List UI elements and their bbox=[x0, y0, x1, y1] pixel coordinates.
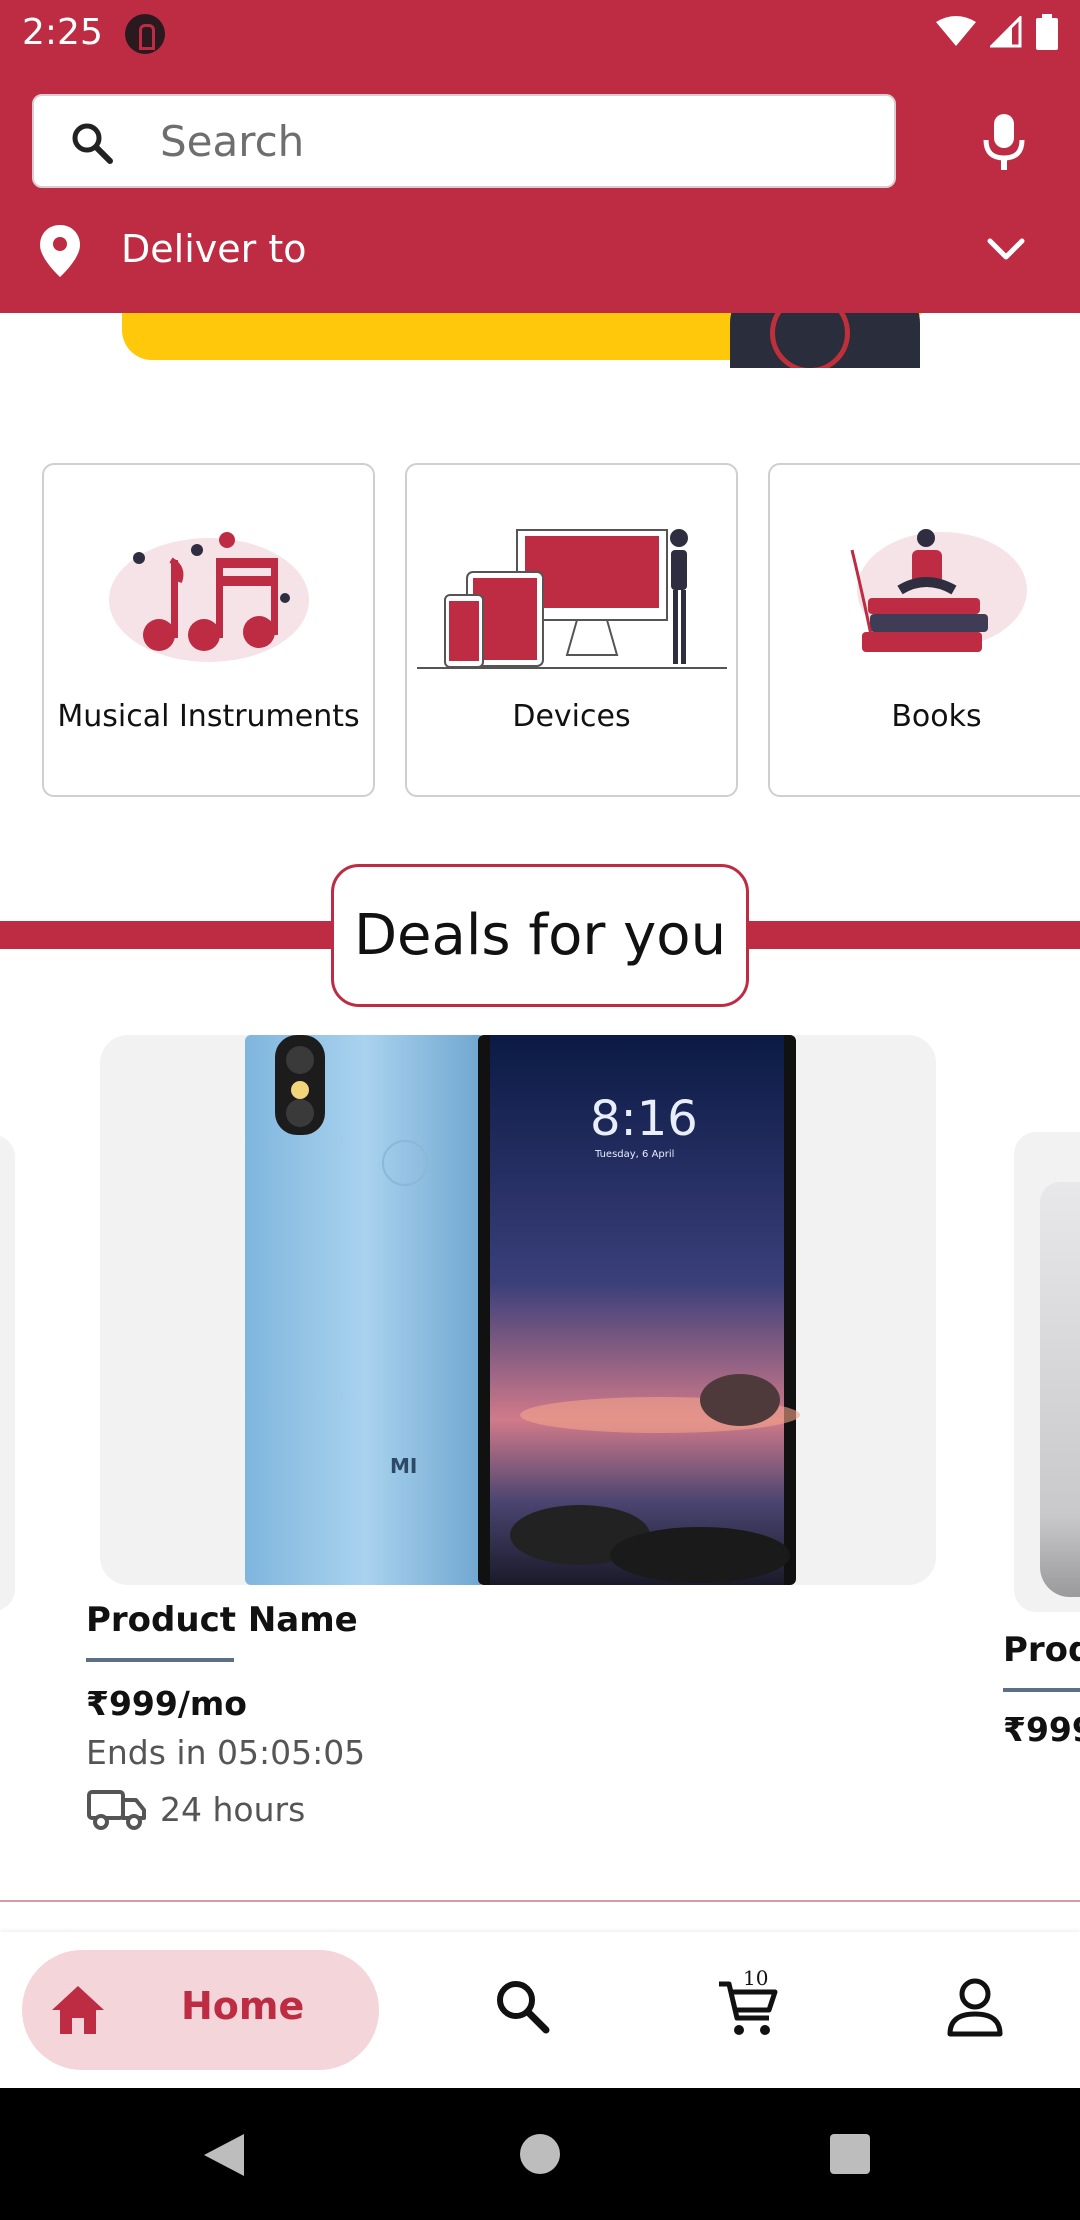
product-name: Product Name bbox=[86, 1600, 358, 1640]
product-card-previous[interactable] bbox=[0, 1135, 15, 1611]
deliver-to-selector[interactable]: Deliver to bbox=[0, 215, 1080, 285]
deals-heading: Deals for you bbox=[331, 864, 749, 1007]
search-icon bbox=[72, 123, 113, 164]
microphone-icon[interactable] bbox=[978, 112, 1030, 172]
deals-title: Deals for you bbox=[353, 903, 727, 968]
deliver-to-label: Deliver to bbox=[121, 227, 307, 271]
category-card-books[interactable]: Books bbox=[768, 463, 1080, 797]
svg-text:MI: MI bbox=[390, 1454, 417, 1478]
category-card-musical-instruments[interactable]: Musical Instruments bbox=[42, 463, 375, 797]
delivery-time-label: 24 hours bbox=[160, 1789, 306, 1829]
music-notes-illustration-icon bbox=[108, 532, 309, 662]
home-button-icon[interactable] bbox=[520, 2134, 560, 2174]
nav-cart-tab[interactable]: 10 bbox=[715, 1966, 781, 2040]
product-details-next: Product Name ₹999/mo bbox=[1003, 1630, 1080, 1754]
profile-icon bbox=[947, 1978, 1003, 2037]
delivery-time: 24 hours bbox=[86, 1786, 786, 1832]
notification-app-icon bbox=[125, 14, 165, 54]
status-bar: 2:25 bbox=[0, 0, 1080, 66]
status-time: 2:25 bbox=[22, 12, 103, 53]
product-price: ₹999/mo bbox=[1003, 1710, 1080, 1749]
cellular-signal-icon bbox=[990, 16, 1022, 48]
status-icons bbox=[936, 14, 1058, 50]
recent-apps-icon[interactable] bbox=[830, 2134, 870, 2174]
nav-home-tab[interactable]: Home bbox=[22, 1950, 379, 2070]
chevron-down-icon[interactable] bbox=[984, 235, 1028, 265]
product-price: ₹999/mo bbox=[86, 1684, 247, 1723]
section-divider bbox=[0, 1900, 1080, 1902]
home-icon bbox=[52, 1986, 104, 2034]
product-name: Product Name bbox=[1003, 1630, 1080, 1670]
system-navigation-bar bbox=[0, 2088, 1080, 2220]
delivery-truck-icon bbox=[87, 1790, 146, 1830]
product-card[interactable]: MI 8:16 Tuesday, 6 April bbox=[100, 1035, 936, 1585]
category-carousel[interactable]: Musical Instruments Devices Books bbox=[0, 463, 1080, 797]
phone-screen-time: 8:16 bbox=[590, 1091, 698, 1147]
devices-illustration-icon bbox=[416, 529, 727, 669]
battery-icon bbox=[1036, 14, 1058, 50]
nav-home-label: Home bbox=[181, 1984, 305, 2028]
category-label: Devices bbox=[512, 699, 631, 734]
banner-headphones-image bbox=[730, 313, 920, 368]
cart-count-badge: 10 bbox=[743, 1966, 769, 1990]
product-name-underline bbox=[1003, 1688, 1080, 1692]
search-icon bbox=[497, 1981, 550, 2034]
category-label: Musical Instruments bbox=[57, 699, 360, 734]
bottom-navigation: Home 10 bbox=[0, 1932, 1080, 2088]
phone-screen-date: Tuesday, 6 April bbox=[594, 1149, 674, 1160]
promo-banner[interactable] bbox=[0, 313, 1080, 368]
search-input[interactable] bbox=[160, 96, 860, 186]
category-card-devices[interactable]: Devices bbox=[405, 463, 738, 797]
books-illustration-icon bbox=[850, 529, 1027, 652]
back-icon[interactable] bbox=[200, 2132, 246, 2178]
category-label: Books bbox=[891, 699, 982, 734]
product-name-underline bbox=[86, 1658, 234, 1662]
product-card-next[interactable] bbox=[1014, 1132, 1080, 1612]
nav-profile-tab[interactable] bbox=[942, 1974, 1008, 2040]
app-header: 2:25 Deliver to bbox=[0, 0, 1080, 313]
wifi-icon bbox=[936, 16, 976, 46]
nav-search-tab[interactable] bbox=[490, 1974, 556, 2040]
deal-countdown: Ends in 05:05:05 bbox=[86, 1733, 366, 1772]
product-image: MI 8:16 Tuesday, 6 April bbox=[245, 1035, 800, 1585]
search-bar[interactable] bbox=[32, 94, 896, 188]
location-pin-icon bbox=[40, 225, 80, 277]
product-details: Product Name ₹999/mo Ends in 05:05:05 24… bbox=[86, 1600, 786, 1832]
